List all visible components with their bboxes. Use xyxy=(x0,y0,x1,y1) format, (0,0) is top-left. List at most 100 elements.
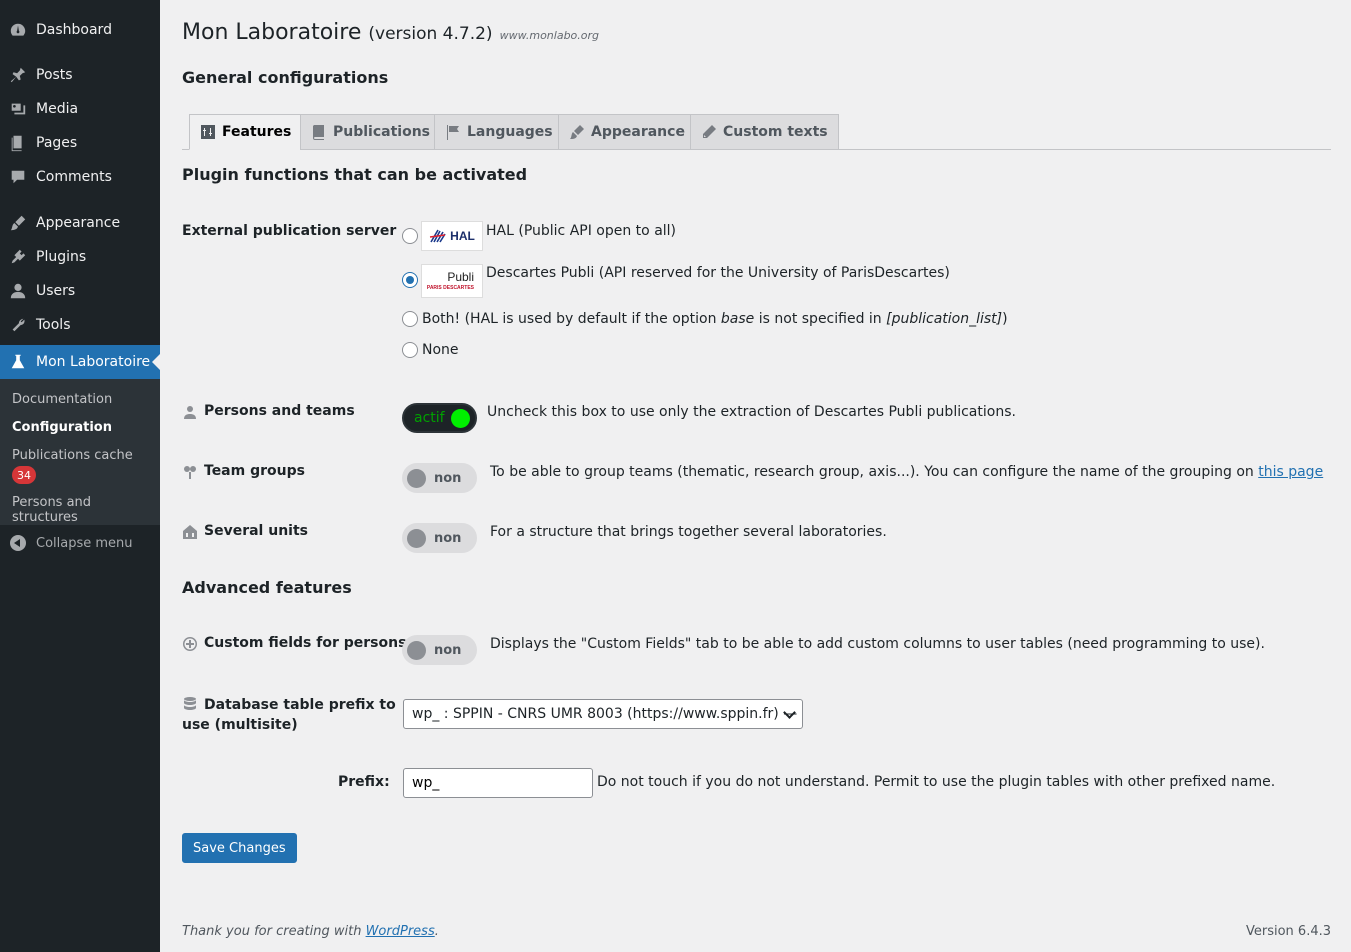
radio-hal[interactable] xyxy=(402,228,418,244)
sidebar-item-comments[interactable]: Comments xyxy=(0,160,160,194)
descartes-publi-logo: Publi PARIS DESCARTES xyxy=(421,264,483,298)
persons-desc: Uncheck this box to use only the extract… xyxy=(487,404,1016,420)
plugin-functions-heading: Plugin functions that can be activated xyxy=(182,165,528,184)
tab-label: Publications xyxy=(333,124,431,140)
tab-languages[interactable]: Languages xyxy=(434,114,564,150)
toggle-knob xyxy=(451,409,470,428)
comment-icon xyxy=(0,168,36,186)
plus-circle-icon xyxy=(183,637,197,651)
toggle-knob xyxy=(407,469,426,488)
flag-icon xyxy=(447,125,459,140)
option-hal: HAL (Public API open to all) xyxy=(486,223,677,239)
tab-custom-texts[interactable]: Custom texts xyxy=(690,114,839,150)
wordpress-link[interactable]: WordPress xyxy=(366,924,435,939)
team-groups-toggle[interactable]: non xyxy=(402,463,477,493)
server-label: External publication server xyxy=(182,223,397,239)
select-value: wp_ : SPPIN - CNRS UMR 8003 (https://www… xyxy=(412,706,802,722)
publi-logo-text: Publi xyxy=(447,270,474,284)
tab-label: Features xyxy=(222,124,292,140)
persons-toggle[interactable]: actif xyxy=(402,403,477,433)
database-icon xyxy=(184,697,196,710)
tab-appearance[interactable]: Appearance xyxy=(558,114,696,150)
sidebar-item-label: Mon Laboratoire xyxy=(36,354,151,370)
persons-label: Persons and teams xyxy=(182,403,355,420)
pencil-icon xyxy=(703,125,716,138)
dashboard-icon xyxy=(0,21,36,39)
radio-descartes[interactable] xyxy=(402,272,418,288)
pin-icon xyxy=(0,66,36,84)
footer-version: Version 6.4.3 xyxy=(1245,924,1331,939)
several-units-toggle[interactable]: non xyxy=(402,523,477,553)
plugin-site: www.monlabo.org xyxy=(499,29,600,42)
toggle-label: actif xyxy=(414,410,445,426)
sidebar-item-dashboard[interactable]: Dashboard xyxy=(0,13,160,47)
features-icon xyxy=(201,125,215,139)
sidebar-item-label: Media xyxy=(36,101,79,117)
sidebar-item-pages[interactable]: Pages xyxy=(0,126,160,160)
sidebar-item-label: Dashboard xyxy=(36,22,112,38)
sidebar-item-mon-laboratoire[interactable]: Mon Laboratoire xyxy=(0,345,160,379)
toggle-label: non xyxy=(434,642,462,658)
db-prefix-select[interactable]: wp_ : SPPIN - CNRS UMR 8003 (https://www… xyxy=(403,699,803,729)
tab-publications[interactable]: Publications xyxy=(300,114,442,150)
option-descartes: Descartes Publi (API reserved for the Un… xyxy=(486,265,950,281)
sidebar-item-users[interactable]: Users xyxy=(0,274,160,308)
page-title: Mon Laboratoire (version 4.7.2) www.monl… xyxy=(182,20,599,45)
plug-icon xyxy=(0,248,36,266)
custom-fields-label: Custom fields for persons xyxy=(182,635,406,652)
advanced-heading: Advanced features xyxy=(182,578,352,597)
custom-fields-desc: Displays the "Custom Fields" tab to be a… xyxy=(490,636,1265,652)
prefix-input[interactable] xyxy=(403,768,593,798)
sidebar-item-plugins[interactable]: Plugins xyxy=(0,240,160,274)
brush-icon xyxy=(0,214,36,232)
plugin-title: Mon Laboratoire xyxy=(182,20,362,45)
toggle-knob xyxy=(407,641,426,660)
prefix-label: Prefix: xyxy=(338,774,390,790)
option-none: None xyxy=(422,342,459,358)
custom-fields-toggle[interactable]: non xyxy=(402,635,477,665)
groups-icon xyxy=(184,466,196,479)
sidebar-item-label: Pages xyxy=(36,135,78,151)
submenu-publications-cache[interactable]: Publications cache xyxy=(12,448,133,463)
section-title: General configurations xyxy=(182,68,389,87)
sidebar-item-label: Users xyxy=(36,283,76,299)
flask-icon xyxy=(0,353,36,371)
db-prefix-label: Database table prefix to use (multisite) xyxy=(182,697,396,733)
submenu-configuration[interactable]: Configuration xyxy=(12,420,112,435)
book-icon xyxy=(313,125,324,140)
toggle-knob xyxy=(407,529,426,548)
collapse-label: Collapse menu xyxy=(36,535,133,551)
collapse-menu-button[interactable]: Collapse menu xyxy=(0,530,160,556)
cache-count-badge: 34 xyxy=(12,466,36,484)
sidebar-item-media[interactable]: Media xyxy=(0,92,160,126)
hal-logo-text: HAL xyxy=(450,229,475,243)
submenu-documentation[interactable]: Documentation xyxy=(12,392,112,407)
user-icon xyxy=(0,282,36,300)
toggle-label: non xyxy=(434,530,462,546)
radio-both[interactable] xyxy=(402,311,418,327)
submenu-persons-structures[interactable]: Persons and structures xyxy=(12,495,160,525)
toggle-label: non xyxy=(434,470,462,486)
collapse-icon xyxy=(0,535,36,551)
sidebar-item-label: Plugins xyxy=(36,249,87,265)
tab-label: Languages xyxy=(467,124,553,140)
sidebar-item-label: Appearance xyxy=(36,215,121,231)
save-changes-button[interactable]: Save Changes xyxy=(182,833,297,863)
media-icon xyxy=(0,100,36,118)
buildings-icon xyxy=(183,525,197,539)
tab-features[interactable]: Features xyxy=(189,114,303,150)
footer-thanks: Thank you for creating with WordPress. xyxy=(182,924,439,939)
team-groups-desc: To be able to group teams (thematic, res… xyxy=(490,464,1324,480)
team-groups-label: Team groups xyxy=(182,463,305,480)
prefix-desc: Do not touch if you do not understand. P… xyxy=(597,774,1276,790)
this-page-link[interactable]: this page xyxy=(1258,464,1323,480)
sidebar-item-appearance[interactable]: Appearance xyxy=(0,206,160,240)
sidebar-item-tools[interactable]: Tools xyxy=(0,308,160,342)
sidebar-item-label: Posts xyxy=(36,67,73,83)
option-both: Both! (HAL is used by default if the opt… xyxy=(422,311,1008,327)
hal-mark-icon xyxy=(430,229,446,243)
hal-logo: HAL xyxy=(421,221,483,251)
tab-label: Appearance xyxy=(591,124,685,140)
radio-none[interactable] xyxy=(402,342,418,358)
sidebar-item-posts[interactable]: Posts xyxy=(0,58,160,92)
